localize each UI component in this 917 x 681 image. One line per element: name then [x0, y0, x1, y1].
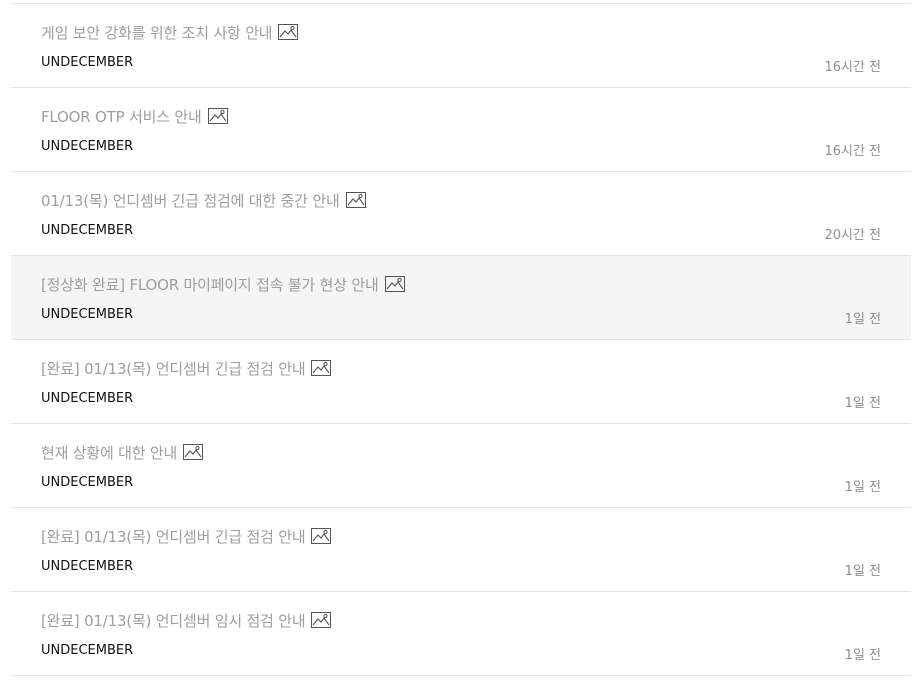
image-icon	[183, 444, 204, 460]
post-author: UNDECEMBER	[41, 223, 134, 238]
image-icon	[311, 360, 332, 376]
list-item[interactable]: [완료] 01/13(목) 언디셈버 긴급 점검 안내 UNDECEMBER 1…	[11, 508, 911, 592]
post-time: 1일 전	[844, 312, 881, 327]
post-title-text[interactable]: [정상화 완료] FLOOR 마이페이지 접속 불가 현상 안내	[41, 274, 379, 295]
post-title[interactable]: [완료] 01/13(목) 언디셈버 임시 점검 안내	[41, 609, 332, 631]
post-time: 1일 전	[844, 396, 881, 411]
list-item[interactable]: 현재 상황에 대한 안내 UNDECEMBER 1일 전	[11, 424, 911, 508]
notice-list: 게임 보안 강화를 위한 조치 사항 안내 UNDECEMBER 16시간 전 …	[11, 3, 911, 676]
post-time: 1일 전	[844, 480, 881, 495]
post-title-text[interactable]: [완료] 01/13(목) 언디셈버 긴급 점검 안내	[41, 526, 306, 547]
post-title-text[interactable]: 01/13(목) 언디셈버 긴급 점검에 대한 중간 안내	[41, 190, 340, 211]
image-icon	[311, 612, 332, 628]
post-author: UNDECEMBER	[41, 55, 134, 70]
list-item[interactable]: FLOOR OTP 서비스 안내 UNDECEMBER 16시간 전	[11, 88, 911, 172]
post-title[interactable]: [완료] 01/13(목) 언디셈버 긴급 점검 안내	[41, 357, 332, 379]
post-title-text[interactable]: [완료] 01/13(목) 언디셈버 임시 점검 안내	[41, 610, 306, 631]
post-author: UNDECEMBER	[41, 391, 134, 406]
post-title[interactable]: [완료] 01/13(목) 언디셈버 긴급 점검 안내	[41, 525, 332, 547]
post-title-text[interactable]: FLOOR OTP 서비스 안내	[41, 106, 202, 127]
image-icon	[207, 108, 228, 124]
post-author: UNDECEMBER	[41, 475, 134, 490]
image-icon	[311, 528, 332, 544]
post-author: UNDECEMBER	[41, 139, 134, 154]
image-icon	[384, 276, 405, 292]
post-time: 1일 전	[844, 564, 881, 579]
image-icon	[278, 24, 299, 40]
list-item[interactable]: [정상화 완료] FLOOR 마이페이지 접속 불가 현상 안내 UNDECEM…	[11, 256, 911, 340]
list-item[interactable]: [완료] 01/13(목) 언디셈버 긴급 점검 안내 UNDECEMBER 1…	[11, 340, 911, 424]
post-author: UNDECEMBER	[41, 307, 134, 322]
post-title[interactable]: 01/13(목) 언디셈버 긴급 점검에 대한 중간 안내	[41, 189, 366, 211]
post-title[interactable]: 게임 보안 강화를 위한 조치 사항 안내	[41, 21, 299, 43]
post-time: 16시간 전	[824, 144, 881, 159]
post-title[interactable]: FLOOR OTP 서비스 안내	[41, 105, 228, 127]
post-time: 1일 전	[844, 648, 881, 663]
post-title-text[interactable]: [완료] 01/13(목) 언디셈버 긴급 점검 안내	[41, 358, 306, 379]
post-title-text[interactable]: 게임 보안 강화를 위한 조치 사항 안내	[41, 22, 273, 43]
post-author: UNDECEMBER	[41, 559, 134, 574]
post-time: 20시간 전	[824, 228, 881, 243]
post-title-text[interactable]: 현재 상황에 대한 안내	[41, 442, 177, 463]
list-item[interactable]: 01/13(목) 언디셈버 긴급 점검에 대한 중간 안내 UNDECEMBER…	[11, 172, 911, 256]
list-item[interactable]: 게임 보안 강화를 위한 조치 사항 안내 UNDECEMBER 16시간 전	[11, 4, 911, 88]
post-title[interactable]: [정상화 완료] FLOOR 마이페이지 접속 불가 현상 안내	[41, 273, 405, 295]
post-time: 16시간 전	[824, 60, 881, 75]
list-item[interactable]: [완료] 01/13(목) 언디셈버 임시 점검 안내 UNDECEMBER 1…	[11, 592, 911, 676]
post-title[interactable]: 현재 상황에 대한 안내	[41, 441, 204, 463]
image-icon	[345, 192, 366, 208]
post-author: UNDECEMBER	[41, 643, 134, 658]
